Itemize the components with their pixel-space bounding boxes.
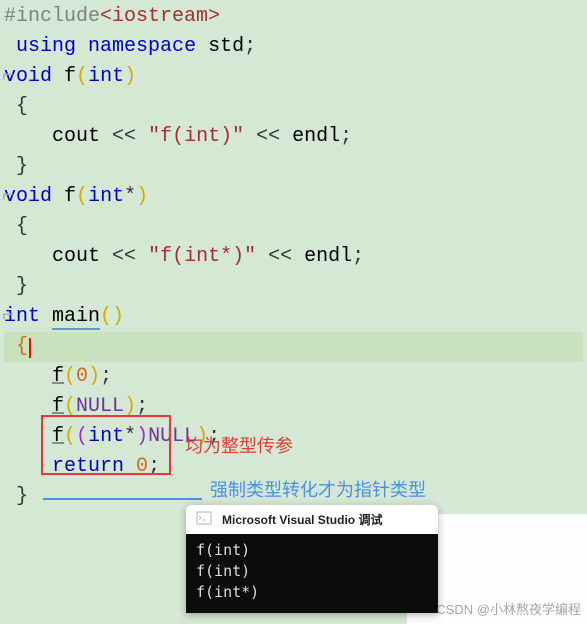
function-name: main <box>52 305 100 330</box>
type: int <box>88 425 124 448</box>
debug-output-line: f(int) <box>196 561 428 582</box>
include-path: <iostream> <box>100 5 220 28</box>
function-call: f <box>52 395 64 418</box>
type: int <box>88 185 124 208</box>
code-line: f(0); <box>4 362 583 392</box>
code-line: ⌐void f(int*) <box>4 182 583 212</box>
keyword: namespace <box>88 35 196 58</box>
watermark: CSDN @小林熬夜学编程 <box>436 599 581 618</box>
macro: NULL <box>76 395 124 418</box>
string-literal: "f(int*)" <box>148 245 256 268</box>
code-line: ⌐void f(int) <box>4 62 583 92</box>
debug-console-window: Microsoft Visual Studio 调试 f(int) f(int)… <box>186 505 438 613</box>
debug-title-bar: Microsoft Visual Studio 调试 <box>186 505 438 534</box>
function-name: f <box>64 65 76 88</box>
preprocessor: #include <box>4 5 100 28</box>
identifier: std <box>208 35 244 58</box>
code-line: using namespace std; <box>4 32 583 62</box>
code-line: f((int*)NULL); <box>4 422 583 452</box>
code-line: cout << "f(int*)" << endl; <box>4 242 583 272</box>
annotation-red: 均为整型传参 <box>185 432 293 458</box>
function-name: f <box>64 185 76 208</box>
code-line: } <box>4 152 583 182</box>
identifier: endl <box>304 245 352 268</box>
code-line: { <box>4 212 583 242</box>
keyword: return <box>52 455 124 478</box>
text-cursor <box>29 338 31 358</box>
keyword: using <box>16 35 76 58</box>
number-literal: 0 <box>76 365 88 388</box>
code-line: #include<iostream> <box>4 2 583 32</box>
debug-output-line: f(int) <box>196 540 428 561</box>
function-call: f <box>52 365 64 388</box>
code-line: f(NULL); <box>4 392 583 422</box>
identifier: cout <box>52 245 100 268</box>
debug-output: f(int) f(int) f(int*) <box>186 534 438 613</box>
blue-underline <box>43 498 202 500</box>
code-editor: #include<iostream> using namespace std; … <box>0 0 587 514</box>
number-literal: 0 <box>136 455 148 478</box>
debug-output-line: f(int*) <box>196 582 428 603</box>
code-line: { <box>4 92 583 122</box>
identifier: endl <box>292 125 340 148</box>
debug-title-text: Microsoft Visual Studio 调试 <box>222 513 382 527</box>
type: int <box>88 65 124 88</box>
code-line: ⌐int main() <box>4 302 583 332</box>
code-line: } <box>4 272 583 302</box>
identifier: cout <box>52 125 100 148</box>
terminal-icon <box>196 510 212 526</box>
function-call: f <box>52 425 64 448</box>
code-line-active: { <box>4 332 583 362</box>
annotation-blue: 强制类型转化才为指针类型 <box>210 476 426 502</box>
string-literal: "f(int)" <box>148 125 244 148</box>
code-line: cout << "f(int)" << endl; <box>4 122 583 152</box>
